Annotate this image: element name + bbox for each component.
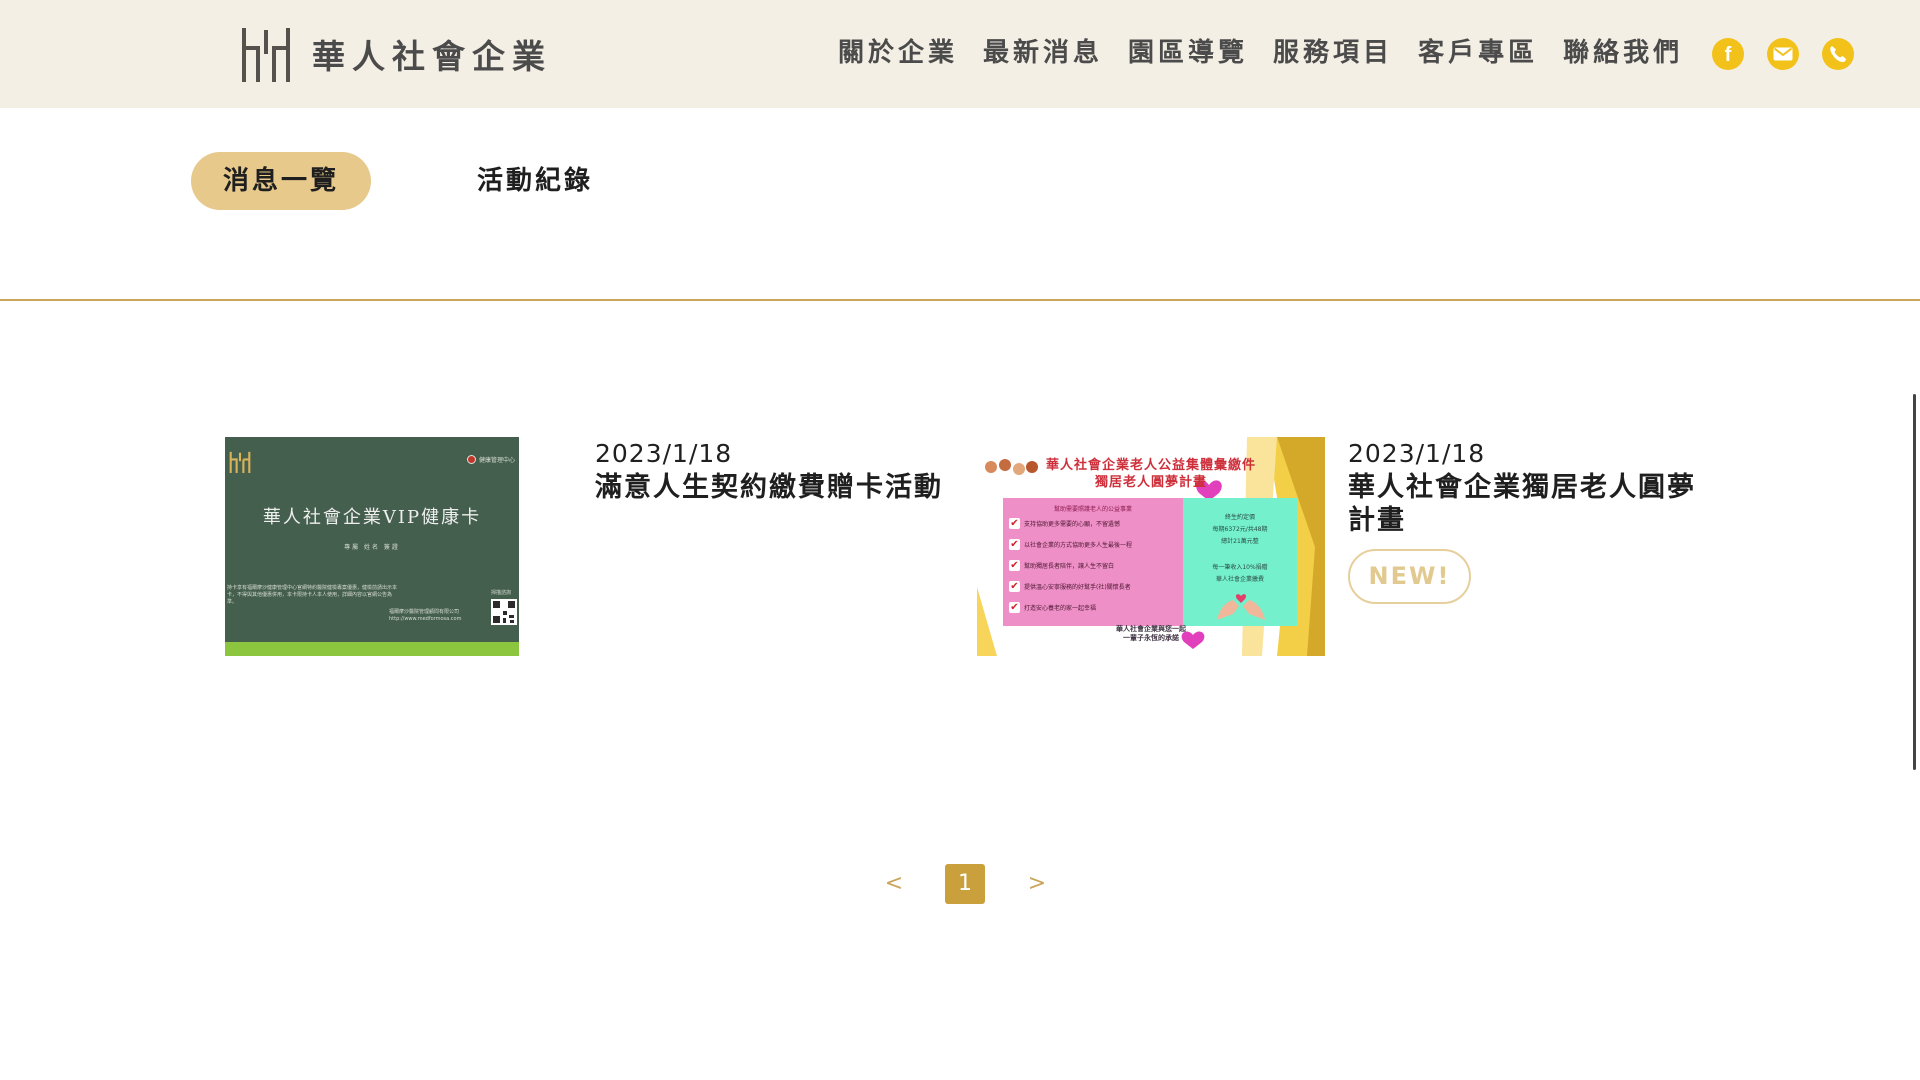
poster-headline-line: 華人社會企業老人公益集體彙繳件 (1045, 458, 1256, 473)
news-text: 2023/1/18 華人社會企業獨居老人圓夢計畫 NEW! (1348, 437, 1708, 604)
hands-icon (1217, 594, 1265, 620)
poster-price-line: 每一筆收入10%捐贈 (1212, 564, 1268, 571)
news-title[interactable]: 華人社會企業獨居老人圓夢計畫 (1348, 471, 1708, 537)
news-date: 2023/1/18 (595, 439, 733, 468)
poster-headline-line: 獨居老人圓夢計畫 (1094, 475, 1207, 490)
tab-news-list[interactable]: 消息一覽 (191, 152, 372, 210)
pagination-prev-button[interactable]: < (880, 864, 908, 904)
check-icon: ✔ (1009, 560, 1020, 571)
section-divider (0, 299, 1920, 301)
poster-price-line: 每期6372元/共48期 (1212, 526, 1268, 533)
poster-benefits-panel: 幫助需要照護老人的公益事業 ✔ 支持協助更多需要的心願，不留遺憾 ✔ 以社會企業的方… (1003, 498, 1183, 626)
brand-mark-icon (242, 28, 290, 82)
news-date: 2023/1/18 (1348, 439, 1486, 468)
pagination-page-current[interactable]: 1 (945, 864, 985, 904)
brand-name: 華人社會企業 (312, 37, 552, 76)
brand-mark-icon (229, 451, 251, 473)
poster-benefit: ✔ 打造安心養老的家一起幸福 (1009, 602, 1097, 613)
poster-price-line: 華人社會企業繳費 (1215, 576, 1264, 583)
brand-logo-link[interactable]: 華人社會企業 (240, 22, 552, 86)
main-nav: 關於企業 最新消息 園區導覽 服務項目 客戶專區 聯絡我們 (838, 34, 1708, 72)
site-header: 華人社會企業 關於企業 最新消息 園區導覽 服務項目 客戶專區 聯絡我們 f (0, 0, 1920, 108)
card-title: 華人社會企業VIP健康卡 (262, 507, 482, 528)
nav-customer-area[interactable]: 客戶專區 (1418, 34, 1538, 72)
check-icon: ✔ (1009, 602, 1020, 613)
poster-panel-title: 幫助需要照護老人的公益事業 (1053, 506, 1132, 513)
card-fine-print: 持卡享有福爾摩沙健康管理中心官網特約醫院健檢專案優惠，健檢前請出示本卡，不得與其… (227, 585, 398, 605)
nav-park-guide[interactable]: 園區導覽 (1128, 34, 1248, 72)
poster-footer-line: 一輩子永恆的承諾 (1123, 634, 1179, 642)
pagination: < 1 > (880, 864, 1051, 904)
check-icon: ✔ (1009, 518, 1020, 529)
partner-badge: 健康管理中心 (466, 455, 515, 464)
nav-contact[interactable]: 聯絡我們 (1563, 34, 1683, 72)
news-title[interactable]: 滿意人生契約繳費贈卡活動 (595, 471, 965, 504)
poster-footer: 華人社會企業與您一起 一輩子永恆的承諾 (977, 625, 1325, 643)
phone-icon[interactable] (1822, 38, 1854, 70)
nav-news[interactable]: 最新消息 (983, 34, 1103, 72)
pagination-next-button[interactable]: > (1023, 864, 1051, 904)
qr-label: 掃描諮詢 (491, 590, 512, 596)
poster-footer-line: 華人社會企業與您一起 (1116, 625, 1186, 633)
poster-price-line: 終生約定價 (1224, 514, 1255, 521)
news-thumbnail[interactable]: 華人社會企業老人公益集體彙繳件 獨居老人圓夢計畫 幫助需要照護老人的公益事業 ✔… (977, 437, 1325, 656)
nav-about[interactable]: 關於企業 (838, 34, 958, 72)
poster-benefit: ✔ 以社會企業的方式協助更多人生最後一程 (1009, 539, 1133, 550)
poster-benefit: ✔ 提供溫心安寧服務的好幫手(社)關懷長者 (1009, 581, 1131, 592)
poster-price-panel: 終生約定價 每期6372元/共48期 總計21萬元整 每一筆收入10%捐贈 華人… (1183, 498, 1297, 626)
poster-headline: 華人社會企業老人公益集體彙繳件 獨居老人圓夢計畫 (977, 457, 1325, 491)
poster-benefit: ✔ 支持協助更多需要的心願，不留遺憾 (1009, 518, 1121, 529)
tab-activity-records[interactable]: 活動紀錄 (445, 152, 625, 210)
mail-icon[interactable] (1767, 38, 1799, 70)
new-badge: NEW! (1348, 549, 1471, 604)
scrollbar[interactable] (1913, 394, 1916, 770)
card-accent-bar (225, 642, 519, 656)
check-icon: ✔ (1009, 581, 1020, 592)
poster-price-line: 總計21萬元整 (1221, 538, 1259, 545)
company-name: 福爾摩沙醫院管理顧問有限公司 (389, 609, 460, 615)
facebook-icon[interactable]: f (1712, 38, 1744, 70)
news-text: 2023/1/18 滿意人生契約繳費贈卡活動 (595, 437, 965, 504)
social-links: f (1712, 38, 1877, 70)
card-subtitle: 專屬 姓名 簽證 (344, 544, 400, 551)
check-icon: ✔ (1009, 539, 1020, 550)
svg-text:f: f (1725, 44, 1732, 66)
poster-benefit: ✔ 幫助獨居長者陪伴，讓人生不留白 (1009, 560, 1115, 571)
news-thumbnail[interactable]: 健康管理中心 華人社會企業VIP健康卡 專屬 姓名 簽證 持卡享有福爾摩沙健康管… (225, 437, 519, 656)
partner-label: 健康管理中心 (478, 457, 515, 464)
news-tabs: 消息一覽 活動紀錄 (191, 152, 625, 210)
nav-services[interactable]: 服務項目 (1273, 34, 1393, 72)
partner-logo-icon (466, 455, 476, 464)
qr-code-icon (491, 599, 517, 625)
company-url: http://www.medformosa.com (389, 616, 462, 622)
card-company: 福爾摩沙醫院管理顧問有限公司 http://www.medformosa.com (389, 609, 489, 623)
